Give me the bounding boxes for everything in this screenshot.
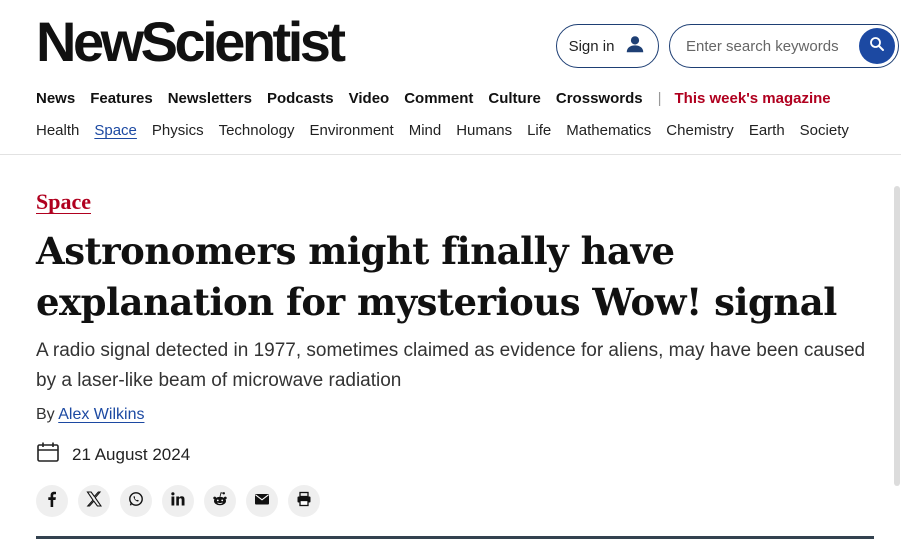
nav-podcasts[interactable]: Podcasts xyxy=(267,90,334,107)
topic-society[interactable]: Society xyxy=(800,122,849,139)
nav-newsletters[interactable]: Newsletters xyxy=(168,90,252,107)
nav-culture[interactable]: Culture xyxy=(488,90,541,107)
byline-prefix: By xyxy=(36,406,55,423)
sign-in-button[interactable]: Sign in xyxy=(556,24,659,68)
topic-mind[interactable]: Mind xyxy=(409,122,442,139)
nav-video[interactable]: Video xyxy=(349,90,390,107)
header-divider xyxy=(0,154,901,155)
share-whatsapp-button[interactable] xyxy=(120,485,152,517)
primary-nav: News Features Newsletters Podcasts Video… xyxy=(36,90,846,107)
whatsapp-icon xyxy=(128,491,144,512)
byline: By Alex Wilkins xyxy=(36,406,144,424)
sign-in-label: Sign in xyxy=(568,37,615,55)
topic-technology[interactable]: Technology xyxy=(219,122,295,139)
nav-separator: | xyxy=(657,90,662,107)
share-reddit-button[interactable] xyxy=(204,485,236,517)
article-section-label[interactable]: Space xyxy=(36,190,91,215)
topic-physics[interactable]: Physics xyxy=(152,122,204,139)
topic-life[interactable]: Life xyxy=(527,122,551,139)
share-linkedin-button[interactable] xyxy=(162,485,194,517)
topic-humans[interactable]: Humans xyxy=(456,122,512,139)
topic-health[interactable]: Health xyxy=(36,122,79,139)
share-x-button[interactable] xyxy=(78,485,110,517)
topic-nav: Health Space Physics Technology Environm… xyxy=(36,122,864,139)
publish-date-text: 21 August 2024 xyxy=(72,444,191,464)
author-link[interactable]: Alex Wilkins xyxy=(58,406,144,423)
calendar-icon xyxy=(36,441,72,468)
share-email-button[interactable] xyxy=(246,485,278,517)
nav-features[interactable]: Features xyxy=(90,90,153,107)
facebook-icon xyxy=(44,491,60,512)
share-facebook-button[interactable] xyxy=(36,485,68,517)
topic-mathematics[interactable]: Mathematics xyxy=(566,122,651,139)
article-headline: Astronomers might finally have explanati… xyxy=(36,229,837,324)
search-button[interactable] xyxy=(859,28,895,64)
print-button[interactable] xyxy=(288,485,320,517)
article-standfirst: A radio signal detected in 1977, sometim… xyxy=(36,340,866,391)
scrollbar[interactable] xyxy=(894,186,900,486)
user-icon xyxy=(624,33,646,59)
topic-environment[interactable]: Environment xyxy=(309,122,393,139)
reddit-icon xyxy=(212,491,228,512)
topic-space[interactable]: Space xyxy=(94,122,137,139)
share-bar xyxy=(36,485,320,517)
search-box xyxy=(669,24,899,68)
search-input[interactable] xyxy=(670,37,850,55)
topic-chemistry[interactable]: Chemistry xyxy=(666,122,734,139)
nav-crosswords[interactable]: Crosswords xyxy=(556,90,643,107)
nav-news[interactable]: News xyxy=(36,90,75,107)
x-icon xyxy=(86,490,103,512)
linkedin-icon xyxy=(170,491,186,512)
nav-comment[interactable]: Comment xyxy=(404,90,473,107)
search-icon xyxy=(868,35,886,58)
publish-date: 21 August 2024 xyxy=(36,441,190,468)
email-icon xyxy=(254,491,270,512)
topic-earth[interactable]: Earth xyxy=(749,122,785,139)
site-logo[interactable]: NewScientist xyxy=(36,14,346,70)
print-icon xyxy=(296,491,312,512)
nav-this-weeks-magazine[interactable]: This week's magazine xyxy=(675,90,831,107)
